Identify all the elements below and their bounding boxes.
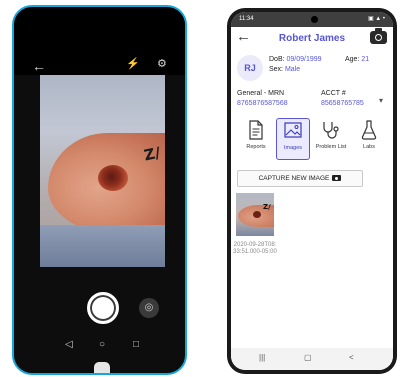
flash-off-icon[interactable]: ⚡ [126,59,140,70]
age-value: 21 [361,56,370,63]
patient-name: Robert James [278,33,346,44]
arrow-left-icon[interactable]: ← [32,59,46,73]
nav-back-icon[interactable]: < [349,354,354,362]
preview-wound [98,165,128,191]
tab-images-label: Images [283,145,303,151]
status-icons: ▣ ▲ • [367,16,385,22]
dob-line: DoB: 09/09/1999 [269,56,322,63]
flask-icon [352,120,386,144]
tab-images[interactable]: Images [276,118,310,160]
image-icon [277,121,309,145]
preview-marking: Z/ [142,143,163,165]
acct-label: ACCT # [321,90,346,97]
image-thumbnail[interactable]: Z/ [236,193,274,236]
age-line: Age: 21 [345,56,369,63]
document-icon [239,120,273,144]
thumb-wound [253,211,261,218]
gear-icon[interactable]: ⚙ [157,59,167,70]
patient-phone: 11:34 ▣ ▲ • ← Robert James RJ DoB: 09/09… [227,8,397,374]
capture-new-image-button[interactable]: CAPTURE NEW IMAGE [237,170,363,187]
camera-preview: Z/ [40,75,165,267]
tab-problem-list-label: Problem List [315,144,347,150]
android-nav-bar: ||| ▢ < [231,348,393,370]
thumb-marking: Z/ [263,203,271,211]
acct-value: 85658765785 [321,100,364,107]
camera-icon [332,175,342,182]
nav-recent-icon[interactable]: □ [133,340,139,350]
stethoscope-icon [314,120,348,144]
tab-labs-label: Labs [363,144,375,150]
sex-label: Sex: [269,66,284,73]
tab-problem-list[interactable]: Problem List [314,118,348,160]
mrn-label: General - MRN [237,90,285,97]
image-timestamp: 2020-09-28T08:33:51.000-05:00 [233,242,277,256]
capture-label: CAPTURE NEW IMAGE [258,175,330,182]
avatar: RJ [237,55,263,81]
sex-value: Male [284,66,301,73]
camera-icon[interactable] [370,28,387,44]
app-header: ← Robert James [231,27,393,51]
dob-value: 09/09/1999 [286,56,322,63]
nav-home-icon[interactable]: ▢ [304,354,312,362]
mrn-value: 8765876587568 [237,100,288,107]
camera-phone: ← ⚡ ⚙ Z/ ◎ ◁ ○ □ [12,5,187,375]
age-label: Age: [345,56,360,63]
section-tabs: Reports Images Problem List Labs [235,118,389,164]
status-time: 11:34 [239,16,254,22]
tab-labs[interactable]: Labs [352,118,386,160]
shutter-button[interactable] [87,292,119,324]
nav-recent-icon[interactable]: ||| [259,354,265,362]
tab-reports-label: Reports [246,144,266,150]
stage: ← ⚡ ⚙ Z/ ◎ ◁ ○ □ 11:34 ▣ ▲ • ← Robert Ja… [0,0,403,377]
sex-line: Sex: Male [269,66,300,73]
dob-label: DoB: [269,56,285,63]
nav-back-icon[interactable]: ◁ [65,340,73,350]
tab-reports[interactable]: Reports [239,118,273,160]
patient-screen: 11:34 ▣ ▲ • ← Robert James RJ DoB: 09/09… [231,12,393,370]
nav-home-icon[interactable]: ○ [99,340,105,350]
chevron-down-icon[interactable]: ▾ [379,96,383,105]
assistant-icon[interactable] [94,362,110,373]
gallery-icon[interactable]: ◎ [139,298,159,318]
preview-blanket [40,225,165,267]
camera-notch [311,16,318,23]
